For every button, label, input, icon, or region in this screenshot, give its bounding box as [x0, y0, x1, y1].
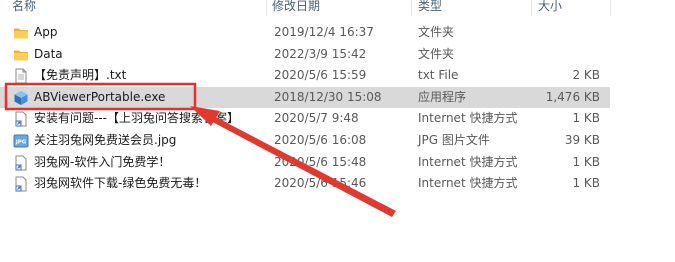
file-row-data[interactable]: Data 2022/3/9 15:42 文件夹 — [0, 44, 610, 66]
column-header-date[interactable]: 修改日期 — [272, 0, 320, 16]
file-size — [500, 44, 600, 66]
file-size: 2 KB — [572, 68, 600, 83]
file-date: 2020/5/6 15:59 — [274, 68, 367, 83]
file-size: 1 KB — [572, 111, 600, 126]
internet-shortcut-icon — [15, 111, 27, 127]
internet-shortcut-icon — [15, 176, 27, 192]
column-divider[interactable] — [411, 0, 412, 16]
folder-icon — [14, 50, 28, 61]
file-name: 安装有问题---【上羽兔问答搜索答案】 — [34, 111, 239, 126]
file-date: 2019/12/4 16:37 — [274, 25, 374, 39]
file-size: 1 KB — [572, 154, 600, 169]
svg-text:JPG: JPG — [15, 139, 27, 145]
column-header-name[interactable]: 名称 — [12, 0, 36, 16]
text-file-icon — [15, 68, 27, 84]
file-size — [500, 22, 600, 44]
file-date: 2022/3/9 15:42 — [274, 46, 367, 61]
file-type: 应用程序 — [418, 89, 467, 104]
column-header-size[interactable]: 大小 — [538, 0, 562, 16]
file-type: 文件夹 — [418, 46, 455, 61]
file-name: ABViewerPortable.exe — [34, 89, 166, 104]
file-row-jpg[interactable]: JPG 关注羽兔网免费送会员.jpg 2020/5/6 16:08 JPG 图片… — [0, 130, 610, 152]
file-date: 2018/12/30 15:08 — [274, 89, 382, 104]
application-icon — [14, 90, 28, 105]
column-header-type[interactable]: 类型 — [418, 0, 442, 16]
column-divider[interactable] — [531, 0, 532, 16]
folder-icon — [14, 28, 28, 39]
file-type: JPG 图片文件 — [418, 132, 490, 147]
file-date: 2020/5/6 16:08 — [274, 132, 367, 147]
file-row-install-help[interactable]: 安装有问题---【上羽兔问答搜索答案】 2020/5/7 9:48 Intern… — [0, 108, 610, 130]
file-name: Data — [34, 46, 63, 61]
file-explorer-window: 名称 修改日期 类型 大小 App 2019/12/4 16:37 文件夹 Da… — [0, 0, 675, 262]
file-date: 2020/5/7 9:48 — [274, 111, 359, 126]
file-type: 文件夹 — [418, 25, 455, 39]
file-row-software-download[interactable]: 羽兔网软件下载-绿色免费无毒！ 2020/5/6 15:46 Internet … — [0, 173, 610, 195]
file-name: App — [34, 25, 58, 39]
column-divider[interactable] — [610, 0, 611, 16]
column-header: 名称 修改日期 类型 大小 — [0, 0, 675, 16]
file-name: 关注羽兔网免费送会员.jpg — [34, 132, 177, 147]
file-row-abviewer[interactable]: ABViewerPortable.exe 2018/12/30 15:08 应用… — [0, 86, 610, 109]
file-row-learn-free[interactable]: 羽兔网-软件入门免费学！ 2020/5/6 15:48 Internet 快捷方… — [0, 152, 610, 174]
file-size: 1 KB — [572, 176, 600, 191]
file-name: 羽兔网软件下载-绿色免费无毒！ — [34, 176, 207, 191]
jpg-file-icon: JPG — [13, 134, 29, 148]
file-size: 39 KB — [564, 132, 600, 147]
file-row-app[interactable]: App 2019/12/4 16:37 文件夹 — [0, 22, 610, 44]
file-row-disclaimer[interactable]: 【免责声明】.txt 2020/5/6 15:59 txt File 2 KB — [0, 65, 610, 87]
file-type: txt File — [418, 68, 459, 83]
column-divider[interactable] — [266, 0, 267, 16]
file-size: 1,476 KB — [545, 89, 600, 104]
file-date: 2020/5/6 15:46 — [274, 176, 367, 191]
internet-shortcut-icon — [15, 155, 27, 171]
file-name: 【免责声明】.txt — [34, 68, 127, 83]
file-list: App 2019/12/4 16:37 文件夹 Data 2022/3/9 15… — [0, 22, 675, 195]
file-date: 2020/5/6 15:48 — [274, 154, 367, 169]
file-name: 羽兔网-软件入门免费学！ — [34, 154, 171, 169]
